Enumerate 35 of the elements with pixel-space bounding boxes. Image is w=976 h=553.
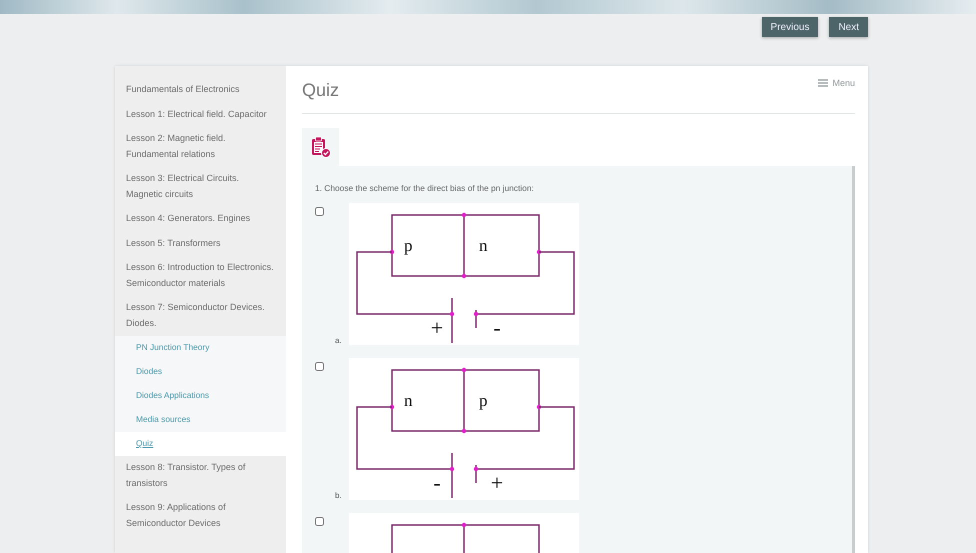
sidebar-item[interactable]: Lesson 2: Magnetic field. Fundamental relations (115, 127, 286, 167)
sidebar-item[interactable]: Lesson 6: Introduction to Electronics. Semiconductor materials (115, 256, 286, 296)
polarity-sign: + (430, 315, 444, 340)
nav-button[interactable]: Next (829, 17, 868, 37)
polarity-sign: - (493, 315, 501, 340)
answer-checkbox[interactable] (315, 207, 324, 216)
sidebar-subitem[interactable]: Diodes (115, 360, 286, 384)
polarity-sign: - (433, 470, 441, 495)
sidebar-item[interactable]: Lesson 8: Transistor. Types of transistors (115, 456, 286, 496)
sidebar-item[interactable]: Lesson 9: Applications of Semiconductor Devices (115, 496, 286, 536)
sidebar-subitem[interactable]: Diodes Applications (115, 384, 286, 408)
sidebar-item[interactable]: Fundamentals of Electronics (115, 78, 286, 102)
option-letter: a. (335, 336, 343, 345)
region-label: p (404, 236, 412, 255)
clipboard-check-icon (310, 136, 330, 158)
menu-icon (818, 79, 828, 87)
sidebar-subitem[interactable]: PN Junction Theory (115, 336, 286, 360)
sidebar-item[interactable]: Lesson 3: Electrical Circuits. Magnetic circuits (115, 167, 286, 207)
region-label: p (479, 391, 488, 410)
region-label: n (479, 236, 488, 255)
sidebar-item[interactable]: Lesson 5: Transformers (115, 232, 286, 256)
sidebar-item[interactable]: Lesson 4: Generators. Engines (115, 207, 286, 232)
page-title: Quiz (302, 80, 340, 101)
question-text: 1. Choose the scheme for the direct bias of the pn junction: (315, 183, 535, 193)
region-label: n (404, 391, 412, 410)
polarity-sign: + (490, 470, 504, 495)
sidebar-item[interactable]: Lesson 7: Semiconductor Devices. Diodes. (115, 296, 286, 336)
menu-button[interactable]: Menu (818, 78, 855, 88)
answer-checkbox[interactable] (315, 517, 324, 526)
answer-checkbox[interactable] (315, 362, 324, 371)
nav-button[interactable]: Previous (762, 17, 818, 37)
sidebar-item[interactable]: Lesson 1: Electrical field. Capacitor (115, 102, 286, 127)
sidebar-subitem[interactable]: Quiz (115, 432, 286, 456)
option-letter: b. (335, 491, 343, 500)
sidebar-subitem[interactable]: Media sources (115, 408, 286, 432)
